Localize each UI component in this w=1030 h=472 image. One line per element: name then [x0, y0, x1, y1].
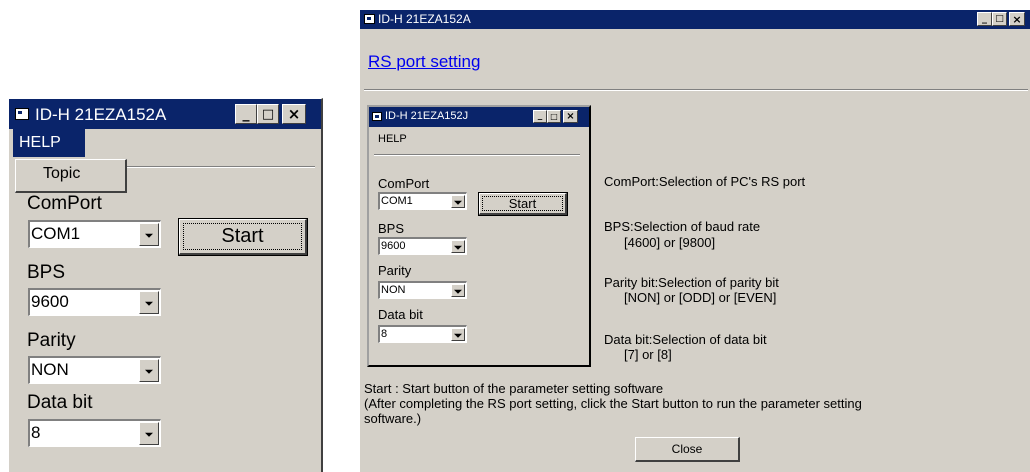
inner-title-bar: ID-H 21EZA152J _ □ × — [369, 107, 589, 127]
minimize-icon[interactable]: _ — [977, 12, 992, 26]
chevron-down-icon — [451, 240, 465, 253]
main-title-bar: ID-H 21EZA152A _ □ × — [360, 10, 1030, 29]
comport-description: ComPort:Selection of PC's RS port — [604, 174, 806, 189]
help-menu[interactable]: HELP — [13, 129, 85, 157]
chevron-down-icon — [451, 284, 465, 297]
databit-label: Data bit — [27, 392, 93, 413]
bps-options: [4600] or [9800] — [624, 235, 716, 250]
chevron-down-icon[interactable] — [139, 291, 159, 314]
bps-label: BPS — [27, 262, 66, 283]
chevron-down-icon[interactable] — [139, 223, 159, 246]
inner-comport-label: ComPort — [378, 176, 430, 191]
bps-select[interactable]: 9600 — [28, 288, 161, 316]
chevron-down-icon[interactable] — [139, 422, 159, 445]
main-window: ID-H 21EZA152A _ □ × RS port setting ID-… — [360, 10, 1030, 472]
maximize-icon[interactable]: □ — [257, 104, 279, 124]
rs-port-setting-link[interactable]: RS port setting — [368, 52, 480, 72]
inner-help-menu: HELP — [378, 133, 407, 145]
databit-description: Data bit:Selection of data bit — [604, 332, 767, 347]
comport-select[interactable]: COM1 — [28, 220, 161, 248]
app-window-icon — [372, 112, 382, 121]
chevron-down-icon[interactable] — [139, 359, 159, 382]
inner-window-image: ID-H 21EZA152J _ □ × HELP ComPort COM1 S… — [367, 105, 591, 367]
minimize-icon: _ — [533, 110, 547, 123]
close-button[interactable]: Close — [635, 437, 740, 462]
start-button[interactable]: Start — [178, 218, 308, 256]
inner-bps-label: BPS — [378, 221, 405, 236]
left-window-title: ID-H 21EZA152A — [35, 105, 167, 124]
app-window-icon — [15, 108, 29, 120]
bps-description: BPS:Selection of baud rate — [604, 219, 761, 234]
chevron-down-icon — [451, 195, 465, 208]
databit-options: [7] or [8] — [624, 347, 672, 362]
inner-parity-select: NON — [378, 281, 467, 299]
parity-description: Parity bit:Selection of parity bit — [604, 275, 779, 290]
inner-bps-select: 9600 — [378, 237, 467, 255]
app-window-icon — [364, 14, 375, 24]
close-icon: × — [563, 110, 578, 123]
left-app-window: ID-H 21EZA152A _ □ × HELP ComPort COM1 S… — [8, 98, 323, 472]
comport-label: ComPort — [27, 193, 102, 214]
maximize-icon[interactable]: □ — [992, 12, 1007, 26]
inner-separator — [374, 154, 580, 156]
parity-options: [NON] or [ODD] or [EVEN] — [624, 290, 777, 305]
minimize-icon[interactable]: _ — [235, 104, 257, 124]
inner-start-button: Start — [478, 192, 568, 216]
close-icon[interactable]: × — [1009, 12, 1025, 26]
main-window-title: ID-H 21EZA152A — [378, 12, 471, 26]
left-title-bar: ID-H 21EZA152A _ □ × — [9, 99, 321, 129]
maximize-icon: □ — [547, 110, 561, 123]
start-note-line-1: Start : Start button of the parameter se… — [364, 381, 664, 396]
close-icon[interactable]: × — [282, 104, 306, 124]
inner-databit-label: Data bit — [378, 307, 423, 322]
inner-parity-label: Parity — [378, 263, 412, 278]
databit-select[interactable]: 8 — [28, 419, 161, 447]
parity-label: Parity — [27, 330, 76, 351]
topic-menu-item[interactable]: Topic — [43, 165, 80, 183]
heading-separator — [364, 89, 1028, 91]
start-note-line-3: software.) — [364, 411, 422, 426]
inner-comport-select: COM1 — [378, 192, 467, 210]
help-dropdown: Topic — [15, 159, 127, 193]
inner-databit-select: 8 — [378, 325, 467, 343]
inner-window-title: ID-H 21EZA152J — [385, 110, 469, 122]
parity-select[interactable]: NON — [28, 356, 161, 384]
start-note-line-2: (After completing the RS port setting, c… — [364, 396, 862, 411]
chevron-down-icon — [451, 328, 465, 341]
